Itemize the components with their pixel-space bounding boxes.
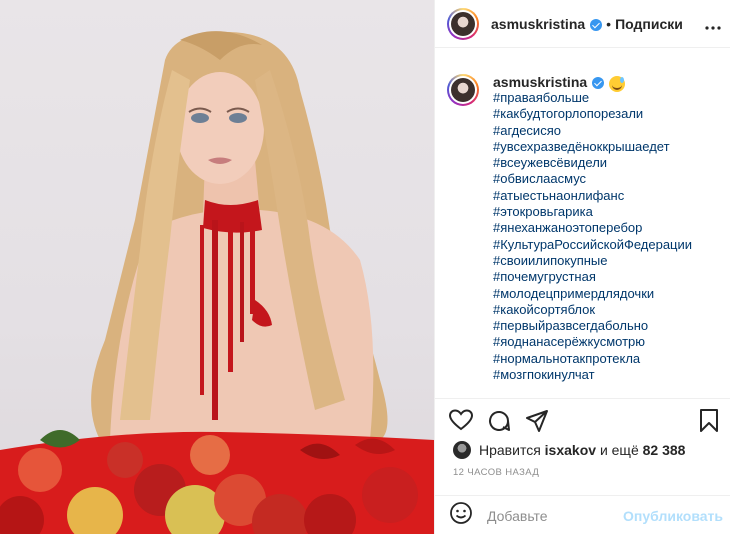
hashtag-link[interactable]: #всеужевсёвидели [493, 155, 721, 171]
likes-middle: и ещё [599, 442, 639, 458]
following-button[interactable]: Подписки [615, 16, 683, 32]
likes-prefix: Нравится [479, 442, 541, 458]
comment-input[interactable]: Добавьте [487, 508, 548, 524]
comment-icon[interactable] [487, 409, 511, 438]
caption-username[interactable]: asmuskristina [493, 74, 587, 90]
hashtag-list: #праваябольше #какбудтогорлопорезали #агде… [493, 90, 721, 383]
author-avatar[interactable] [447, 7, 479, 40]
hashtag-link[interactable]: #КультураРоссийскойФедерации [493, 237, 721, 253]
hashtag-link[interactable]: #атыестьнаонлифанс [493, 188, 721, 204]
hashtag-link[interactable]: #нормальнотакпротекла [493, 351, 721, 367]
hashtag-link[interactable]: #молодецпримердлядочки [493, 286, 721, 302]
heart-icon[interactable] [448, 409, 474, 438]
hashtag-link[interactable]: #обвислаасмус [493, 171, 721, 187]
hashtag-link[interactable]: #какбудтогорлопорезали [493, 106, 721, 122]
photo-illustration [0, 31, 434, 534]
liker-avatar[interactable] [453, 441, 471, 459]
verified-badge-icon [590, 18, 603, 31]
hashtag-link[interactable]: #яоднанасерёжкусмотрю [493, 334, 721, 350]
more-options-icon[interactable] [705, 17, 721, 35]
verified-badge-icon [592, 77, 605, 89]
author-username[interactable]: asmuskristina [491, 16, 585, 32]
post-photo[interactable] [0, 0, 434, 534]
comment-bar: Добавьте Опубликовать [435, 495, 730, 534]
smiley-icon[interactable] [449, 501, 473, 530]
post-modal: asmuskristina • Подписки asmuskristina #… [0, 0, 730, 534]
share-icon[interactable] [525, 409, 549, 438]
hashtag-link[interactable]: #мозгпокинулчат [493, 367, 721, 383]
hashtag-link[interactable]: #какойсортяблок [493, 302, 721, 318]
post-header: asmuskristina • Подписки [435, 0, 730, 48]
header-separator: • [606, 15, 612, 32]
caption-avatar[interactable] [447, 74, 479, 106]
likes-count[interactable]: 82 388 [643, 442, 686, 458]
bookmark-icon[interactable] [699, 409, 719, 438]
post-actions: Нравится isxakov и ещё 82 388 12 ЧАСОВ Н… [435, 398, 730, 534]
post-sidebar: asmuskristina • Подписки asmuskristina #… [434, 0, 730, 534]
hashtag-link[interactable]: #увсехразведёноккрышаедет [493, 139, 721, 155]
hashtag-link[interactable]: #праваябольше [493, 90, 721, 106]
hashtag-link[interactable]: #почемугрустная [493, 269, 721, 285]
hashtag-link[interactable]: #своиилипокупные [493, 253, 721, 269]
hashtag-link[interactable]: #этокровьгарика [493, 204, 721, 220]
hashtag-link[interactable]: #агдесисяо [493, 123, 721, 139]
publish-button[interactable]: Опубликовать [623, 508, 723, 524]
liker-username[interactable]: isxakov [545, 442, 596, 458]
hashtag-link[interactable]: #янеханжаноэтоперебор [493, 220, 721, 236]
likes-summary: Нравится isxakov и ещё 82 388 [453, 441, 685, 459]
post-timestamp[interactable]: 12 ЧАСОВ НАЗАД [453, 467, 539, 478]
post-caption: asmuskristina #праваябольше #какбудтогорл… [435, 48, 730, 398]
hashtag-link[interactable]: #первыйразвсегдабольно [493, 318, 721, 334]
